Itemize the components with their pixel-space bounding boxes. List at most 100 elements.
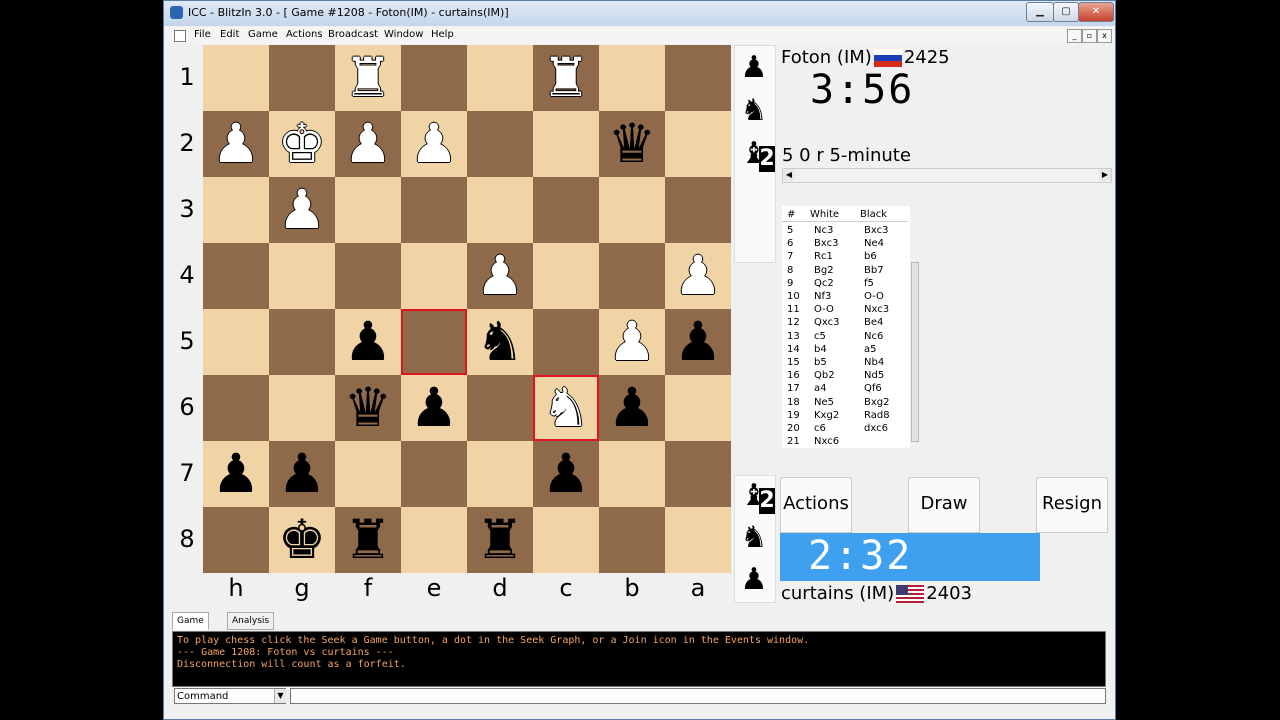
- chevron-down-icon[interactable]: ▼: [274, 689, 286, 703]
- board-square-f3[interactable]: [335, 177, 401, 243]
- move-row[interactable]: 9 Qc2 f5: [782, 278, 908, 291]
- chess-piece-b6[interactable]: ♟: [599, 375, 665, 441]
- board-square-g5[interactable]: [269, 309, 335, 375]
- board-square-e3[interactable]: [401, 177, 467, 243]
- resign-button[interactable]: Resign: [1036, 477, 1108, 533]
- chess-piece-f5[interactable]: ♟: [335, 309, 401, 375]
- menu-help[interactable]: Help: [431, 29, 454, 40]
- board-square-h1[interactable]: [203, 45, 269, 111]
- board-square-c5[interactable]: [533, 309, 599, 375]
- chess-piece-f2[interactable]: ♟: [335, 111, 401, 177]
- chess-piece-f1[interactable]: ♜: [335, 45, 401, 111]
- chess-piece-a4[interactable]: ♟: [665, 243, 731, 309]
- chess-piece-d8[interactable]: ♜: [467, 507, 533, 573]
- actions-button[interactable]: Actions: [780, 477, 852, 533]
- board-square-h8[interactable]: [203, 507, 269, 573]
- draw-button[interactable]: Draw: [908, 477, 980, 533]
- move-list[interactable]: # White Black 5 Nc3 Bxc3 6 Bxc3 Ne4 7 Rc1 b6 8 Bg2…: [782, 206, 920, 449]
- maximize-button[interactable]: ▢: [1053, 2, 1079, 22]
- chess-piece-b2[interactable]: ♛: [599, 111, 665, 177]
- board-square-h6[interactable]: [203, 375, 269, 441]
- board-square-a2[interactable]: [665, 111, 731, 177]
- move-row[interactable]: 17 a4 Qf6: [782, 383, 908, 396]
- mdi-minimize-button[interactable]: _: [1067, 29, 1082, 43]
- chess-piece-d4[interactable]: ♟: [467, 243, 533, 309]
- board-square-h3[interactable]: [203, 177, 269, 243]
- board-square-b3[interactable]: [599, 177, 665, 243]
- board-square-d6[interactable]: [467, 375, 533, 441]
- board-square-c2[interactable]: [533, 111, 599, 177]
- chess-piece-e2[interactable]: ♟: [401, 111, 467, 177]
- board-square-d7[interactable]: [467, 441, 533, 507]
- chess-board[interactable]: ♜ ♜ ♟ ♚ ♟ ♟ ♛ ♟ ♟ ♟ ♟ ♞ ♟ ♟ ♛ ♟ ♞ ♟ ♟ ♟ ♟ ♚ ♜ ♜: [203, 45, 731, 573]
- document-icon[interactable]: [174, 30, 186, 42]
- menu-actions[interactable]: Actions: [286, 29, 323, 40]
- menu-edit[interactable]: Edit: [220, 29, 239, 40]
- chess-piece-d5[interactable]: ♞: [467, 309, 533, 375]
- vertical-scrollbar[interactable]: [910, 206, 920, 448]
- horizontal-scrollbar[interactable]: ◀ ▶: [782, 168, 1112, 183]
- move-row[interactable]: 13 c5 Nc6: [782, 331, 908, 344]
- move-row[interactable]: 12 Qxc3 Be4: [782, 317, 908, 330]
- chess-piece-c7[interactable]: ♟: [533, 441, 599, 507]
- board-square-g4[interactable]: [269, 243, 335, 309]
- move-row[interactable]: 16 Qb2 Nd5: [782, 370, 908, 383]
- board-square-g6[interactable]: [269, 375, 335, 441]
- board-square-a8[interactable]: [665, 507, 731, 573]
- move-row[interactable]: 6 Bxc3 Ne4: [782, 238, 908, 251]
- board-square-e1[interactable]: [401, 45, 467, 111]
- board-square-a7[interactable]: [665, 441, 731, 507]
- chess-piece-g8[interactable]: ♚: [269, 507, 335, 573]
- chess-piece-h7[interactable]: ♟: [203, 441, 269, 507]
- menu-file[interactable]: File: [194, 29, 211, 40]
- chess-piece-a5[interactable]: ♟: [665, 309, 731, 375]
- board-square-c8[interactable]: [533, 507, 599, 573]
- scroll-right-icon[interactable]: ▶: [1099, 169, 1111, 181]
- minimize-button[interactable]: ▁: [1026, 2, 1054, 22]
- board-square-b4[interactable]: [599, 243, 665, 309]
- chess-piece-c6[interactable]: ♞: [533, 375, 599, 441]
- move-row[interactable]: 8 Bg2 Bb7: [782, 265, 908, 278]
- board-square-h4[interactable]: [203, 243, 269, 309]
- move-row[interactable]: 21 Nxc6: [782, 436, 908, 449]
- move-row[interactable]: 18 Ne5 Bxg2: [782, 397, 908, 410]
- move-row[interactable]: 11 O-O Nxc3: [782, 304, 908, 317]
- board-square-d1[interactable]: [467, 45, 533, 111]
- board-square-a6[interactable]: [665, 375, 731, 441]
- move-row[interactable]: 10 Nf3 O-O: [782, 291, 908, 304]
- board-square-b1[interactable]: [599, 45, 665, 111]
- move-row[interactable]: 7 Rc1 b6: [782, 251, 908, 264]
- chess-piece-h2[interactable]: ♟: [203, 111, 269, 177]
- board-square-c3[interactable]: [533, 177, 599, 243]
- board-square-f7[interactable]: [335, 441, 401, 507]
- menu-window[interactable]: Window: [384, 29, 423, 40]
- chess-piece-b5[interactable]: ♟: [599, 309, 665, 375]
- board-square-e5[interactable]: [401, 309, 467, 375]
- board-square-e4[interactable]: [401, 243, 467, 309]
- board-square-a1[interactable]: [665, 45, 731, 111]
- menu-game[interactable]: Game: [248, 29, 278, 40]
- board-square-f4[interactable]: [335, 243, 401, 309]
- command-select[interactable]: Command: [174, 688, 286, 704]
- move-row[interactable]: 20 c6 dxc6: [782, 423, 908, 436]
- chess-piece-c1[interactable]: ♜: [533, 45, 599, 111]
- command-input[interactable]: [290, 688, 1106, 704]
- chess-piece-e6[interactable]: ♟: [401, 375, 467, 441]
- chess-piece-f6[interactable]: ♛: [335, 375, 401, 441]
- board-square-a3[interactable]: [665, 177, 731, 243]
- board-square-c4[interactable]: [533, 243, 599, 309]
- chess-piece-g7[interactable]: ♟: [269, 441, 335, 507]
- board-square-d2[interactable]: [467, 111, 533, 177]
- scroll-left-icon[interactable]: ◀: [783, 169, 795, 181]
- board-square-b8[interactable]: [599, 507, 665, 573]
- scroll-thumb[interactable]: [911, 262, 919, 442]
- close-button[interactable]: ✕: [1078, 2, 1114, 22]
- board-square-h5[interactable]: [203, 309, 269, 375]
- move-row[interactable]: 5 Nc3 Bxc3: [782, 225, 908, 238]
- board-square-e8[interactable]: [401, 507, 467, 573]
- move-row[interactable]: 15 b5 Nb4: [782, 357, 908, 370]
- move-row[interactable]: 19 Kxg2 Rad8: [782, 410, 908, 423]
- chess-piece-g3[interactable]: ♟: [269, 177, 335, 243]
- board-square-b7[interactable]: [599, 441, 665, 507]
- chess-piece-f8[interactable]: ♜: [335, 507, 401, 573]
